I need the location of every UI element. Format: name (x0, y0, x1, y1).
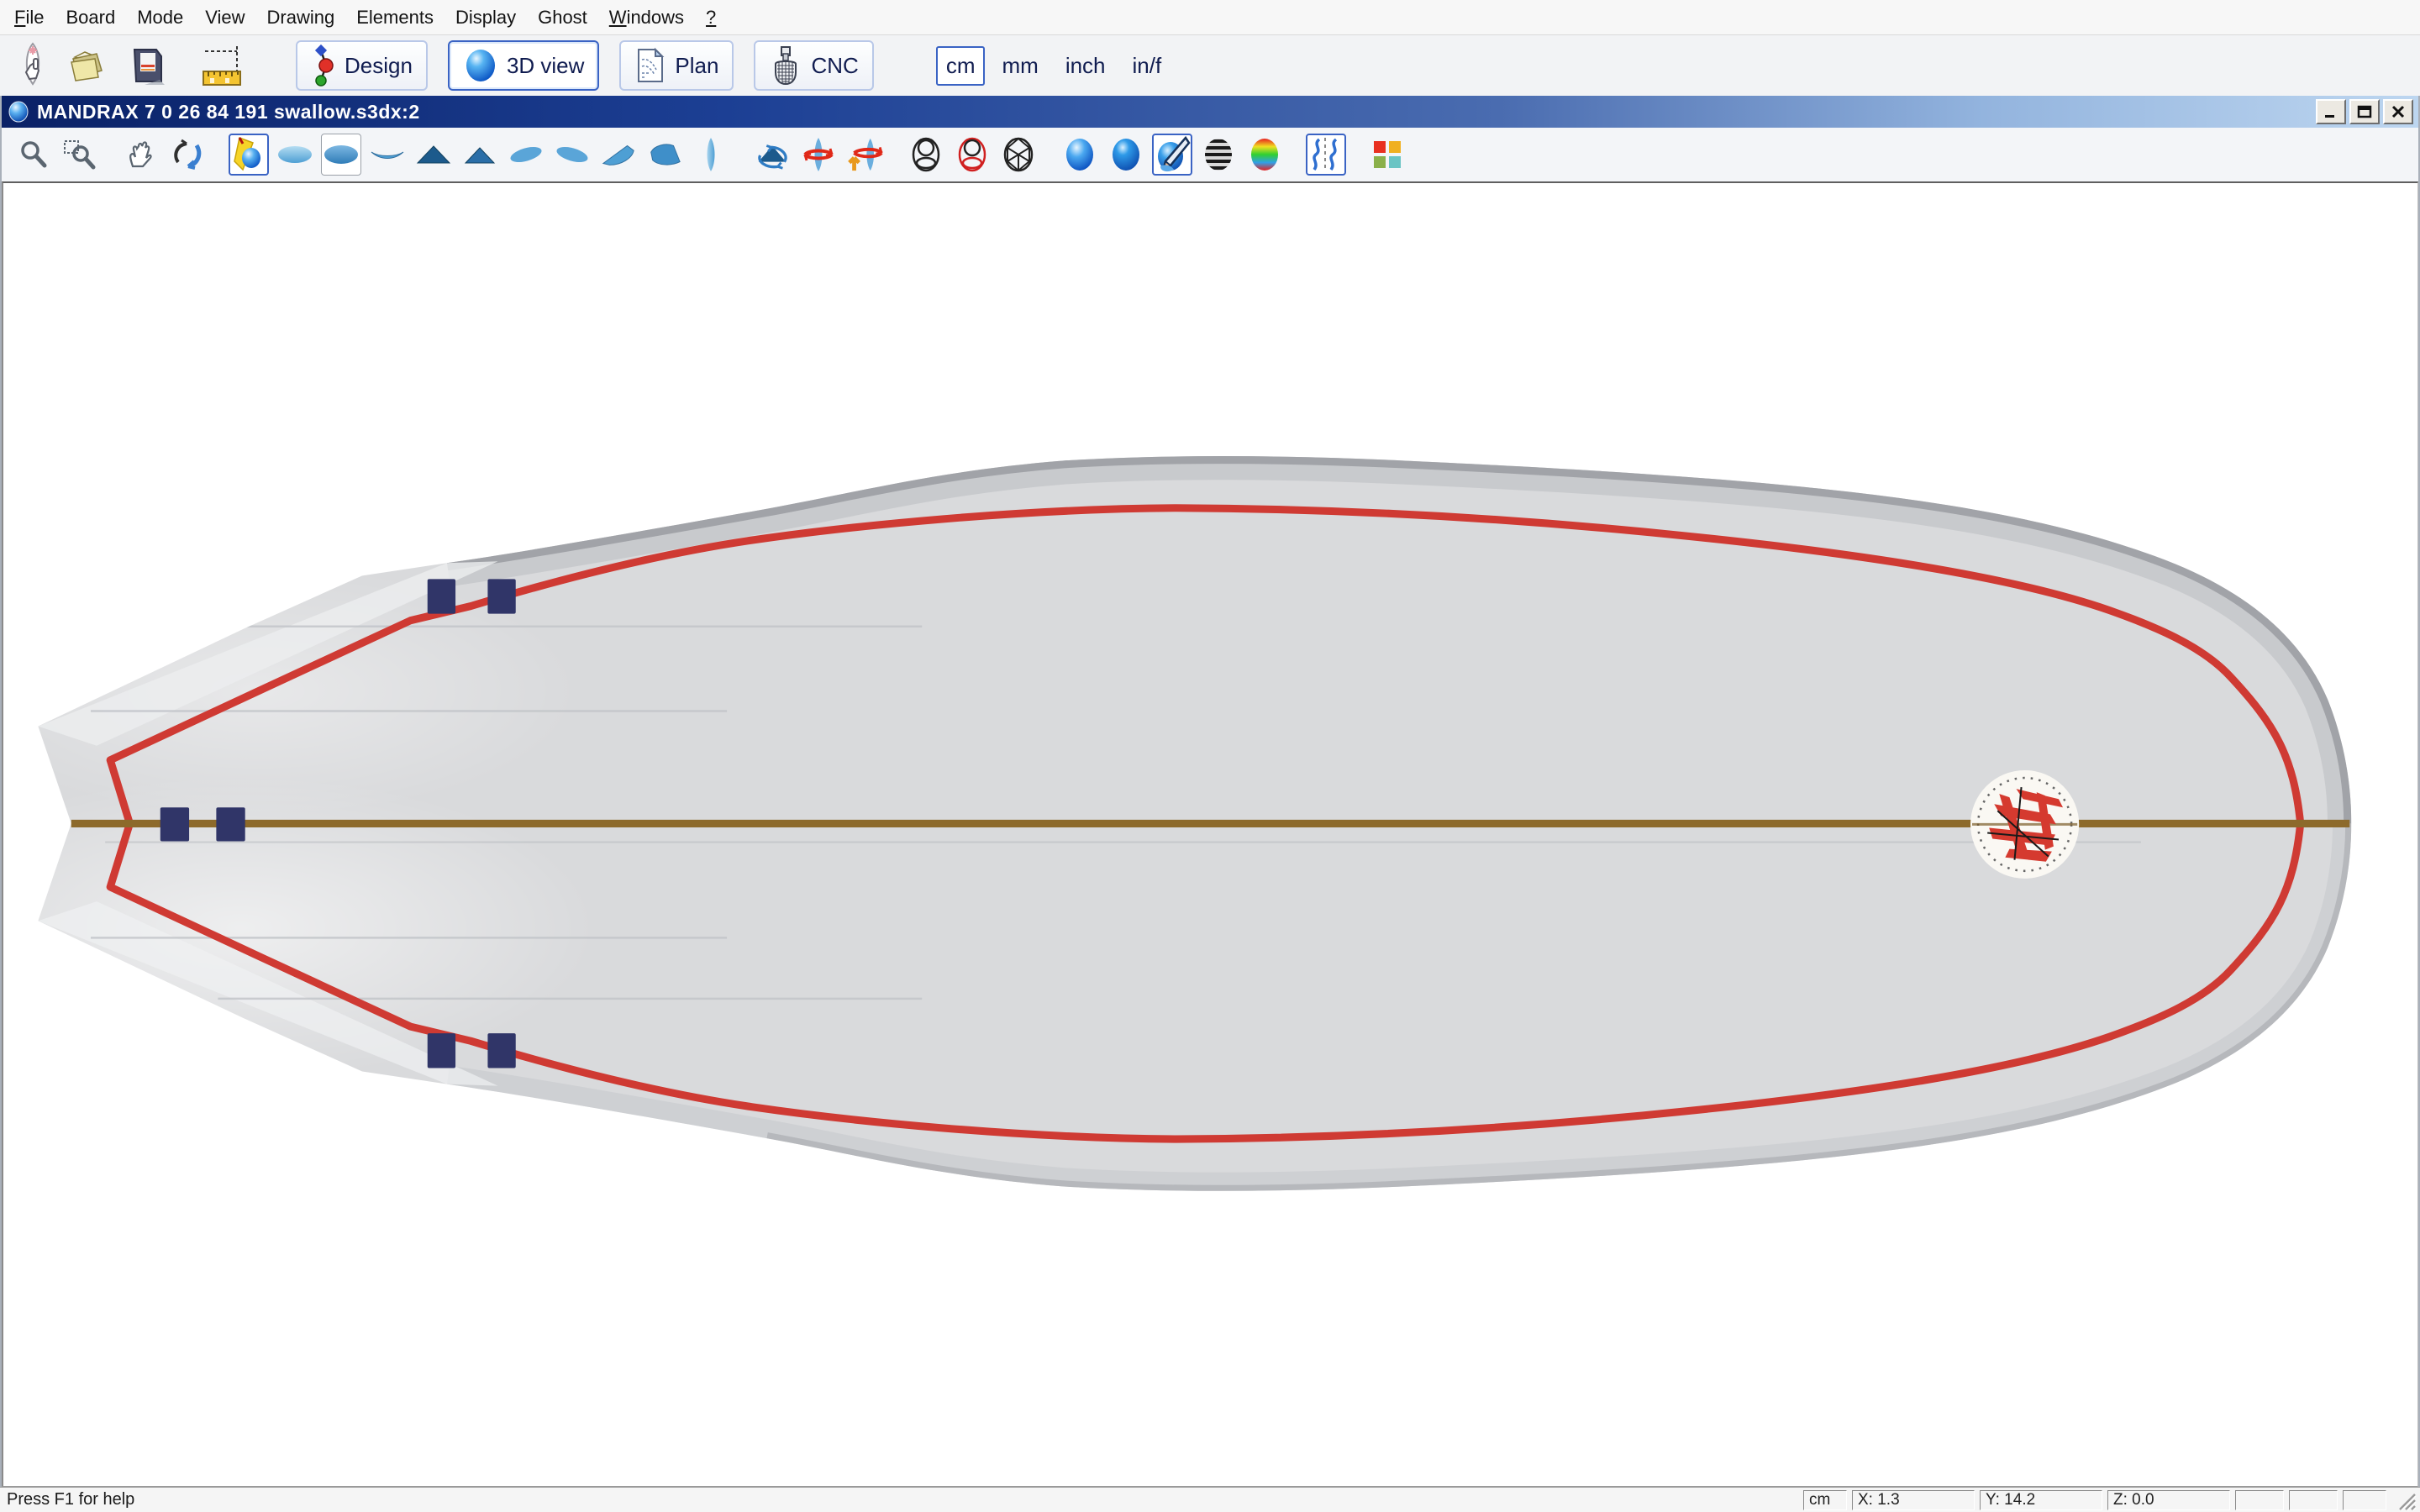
new-board-icon[interactable] (10, 40, 55, 91)
view-toolbar (2, 128, 2418, 181)
spin-move-icon[interactable] (844, 134, 885, 176)
fin-plug-center-2 (216, 807, 245, 841)
status-y-coord: Y: 14.2 (1980, 1490, 2102, 1510)
board-logo (1970, 770, 2079, 879)
menu-help[interactable]: ? (695, 3, 727, 33)
fin-plug-center-1 (160, 807, 189, 841)
render-smooth-icon[interactable] (1060, 134, 1100, 176)
resize-grip[interactable] (2395, 1489, 2417, 1511)
zoom-window-icon[interactable] (60, 134, 100, 176)
pan-hand-icon[interactable] (121, 134, 161, 176)
document-titlebar[interactable]: MANDRAX 7 0 26 84 191 swallow.s3dx:2 (2, 96, 2418, 128)
status-panels: cm X: 1.3 Y: 14.2 Z: 0.0 (1803, 1489, 2417, 1511)
view-perspective-left-icon[interactable] (598, 134, 639, 176)
color-palette-icon[interactable] (1367, 134, 1407, 176)
3d-view-mode-button[interactable]: 3D view (448, 40, 599, 91)
menu-bar: File Board Mode View Drawing Elements Di… (0, 0, 2420, 35)
menu-ghost[interactable]: Ghost (527, 3, 598, 33)
menu-display[interactable]: Display (445, 3, 527, 33)
design-icon (311, 44, 336, 87)
open-file-icon[interactable] (67, 40, 113, 91)
fin-plug-side-top-1 (428, 579, 455, 613)
curvature-map-icon[interactable] (1244, 134, 1285, 176)
maximize-icon (2356, 104, 2373, 119)
save-icon[interactable] (124, 40, 170, 91)
rotate-3d-icon[interactable] (167, 134, 208, 176)
status-extra-2 (2289, 1490, 2338, 1510)
wireframe-icon[interactable] (906, 134, 946, 176)
menu-windows[interactable]: Windows (598, 3, 695, 33)
application-window: File Board Mode View Drawing Elements Di… (0, 0, 2420, 1512)
board-outline (3, 456, 2351, 1191)
minimize-button[interactable] (2316, 99, 2346, 124)
lighting-icon[interactable] (229, 134, 269, 176)
plan-icon (634, 46, 666, 85)
fin-plug-side-bottom-2 (487, 1033, 515, 1068)
menu-mode[interactable]: Mode (126, 3, 194, 33)
app-icon-sphere (7, 100, 30, 123)
fin-plug-side-bottom-1 (428, 1033, 455, 1068)
window-controls (2316, 99, 2413, 124)
unit-inch[interactable]: inch (1055, 48, 1116, 84)
close-button[interactable] (2383, 99, 2413, 124)
plan-mode-button[interactable]: Plan (619, 40, 734, 91)
design-canvas[interactable] (2, 181, 2418, 1487)
cnc-icon (769, 45, 802, 86)
main-toolbar: Design 3D view Plan (0, 35, 2420, 96)
auto-rotate-icon[interactable] (752, 134, 792, 176)
unit-cm[interactable]: cm (936, 46, 986, 86)
unit-mm[interactable]: mm (992, 48, 1048, 84)
mesh-icon[interactable] (998, 134, 1039, 176)
status-x-coord: X: 1.3 (1852, 1490, 1975, 1510)
paint-texture-icon[interactable] (1152, 134, 1192, 176)
view-nose-icon[interactable] (413, 134, 454, 176)
status-z-coord: Z: 0.0 (2107, 1490, 2230, 1510)
minimize-icon (2323, 104, 2339, 119)
status-extra-1 (2235, 1490, 2284, 1510)
cnc-mode-button[interactable]: CNC (754, 40, 873, 91)
status-help-text: Press F1 for help (7, 1490, 134, 1509)
view-bottom-icon[interactable] (321, 134, 361, 176)
unit-inf[interactable]: in/f (1123, 48, 1172, 84)
render-glossy-icon[interactable] (1106, 134, 1146, 176)
window-title: MANDRAX 7 0 26 84 191 swallow.s3dx:2 (37, 101, 420, 123)
spin-axis-icon[interactable] (798, 134, 839, 176)
view-top-outline-icon[interactable] (691, 134, 731, 176)
wireframe-slices-icon[interactable] (952, 134, 992, 176)
zoom-icon[interactable] (13, 134, 54, 176)
view-perspective-right-icon[interactable] (644, 134, 685, 176)
status-bar: Press F1 for help cm X: 1.3 Y: 14.2 Z: 0… (0, 1487, 2420, 1512)
view-deck-icon[interactable] (275, 134, 315, 176)
view-tilt-right-icon[interactable] (552, 134, 592, 176)
close-icon (2390, 104, 2407, 119)
3d-view-icon (463, 48, 498, 83)
board-3d-render (3, 183, 2417, 1486)
zebra-stripes-icon[interactable] (1198, 134, 1239, 176)
view-rail-icon[interactable] (367, 134, 408, 176)
menu-elements[interactable]: Elements (345, 3, 445, 33)
menu-board[interactable]: Board (55, 3, 126, 33)
menu-file[interactable]: File (3, 3, 55, 33)
status-unit: cm (1803, 1490, 1847, 1510)
view-tilt-left-icon[interactable] (506, 134, 546, 176)
status-extra-3 (2343, 1490, 2386, 1510)
menu-drawing[interactable]: Drawing (256, 3, 346, 33)
unit-selector: cm mm inch in/f (929, 46, 1171, 86)
document-window: MANDRAX 7 0 26 84 191 swallow.s3dx:2 (0, 96, 2420, 1487)
design-mode-button[interactable]: Design (296, 40, 428, 91)
view-tail-icon[interactable] (460, 134, 500, 176)
maximize-button[interactable] (2349, 99, 2380, 124)
fin-plug-side-top-2 (487, 579, 515, 613)
flow-lines-icon[interactable] (1306, 134, 1346, 176)
menu-view[interactable]: View (194, 3, 255, 33)
dimensions-icon[interactable] (200, 40, 245, 91)
